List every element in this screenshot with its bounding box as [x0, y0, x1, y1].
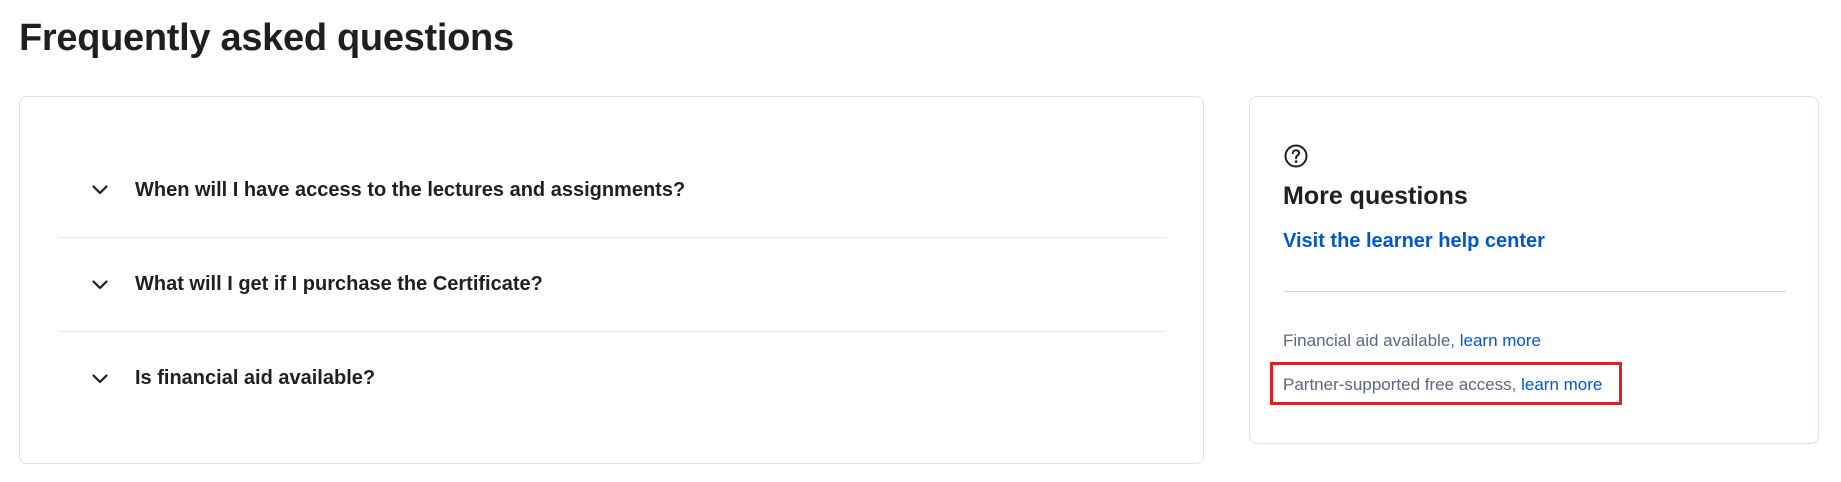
learner-help-center-link[interactable]: Visit the learner help center [1283, 227, 1545, 255]
faq-question: What will I get if I purchase the Certif… [135, 273, 543, 295]
chevron-down-icon [89, 274, 111, 296]
faq-item-financial-aid[interactable]: Is financial aid available? [59, 331, 1166, 425]
chevron-down-icon [89, 179, 111, 201]
faq-item-certificate[interactable]: What will I get if I purchase the Certif… [59, 237, 1166, 331]
faq-question: When will I have access to the lectures … [135, 178, 686, 201]
chevron-down-icon [89, 368, 111, 390]
financial-aid-line: Financial aid available, learn more [1283, 329, 1541, 353]
partner-access-line: Partner-supported free access, learn mor… [1283, 373, 1602, 397]
faq-list: When will I have access to the lectures … [59, 143, 1166, 425]
faq-card: When will I have access to the lectures … [19, 96, 1204, 464]
page-title: Frequently asked questions [19, 17, 514, 59]
more-questions-card: More questions Visit the learner help ce… [1249, 96, 1819, 444]
divider [1283, 291, 1786, 292]
partner-access-learn-more-link[interactable]: learn more [1521, 375, 1602, 394]
partner-access-text: Partner-supported free access, [1283, 375, 1522, 394]
financial-aid-learn-more-link[interactable]: learn more [1460, 331, 1541, 350]
help-circle-icon [1283, 143, 1309, 169]
financial-aid-text: Financial aid available, [1283, 331, 1460, 350]
page: Frequently asked questions When will I h… [0, 0, 1841, 482]
faq-question: Is financial aid available? [135, 367, 376, 389]
faq-item-access[interactable]: When will I have access to the lectures … [59, 143, 1166, 237]
more-questions-title: More questions [1283, 182, 1468, 210]
